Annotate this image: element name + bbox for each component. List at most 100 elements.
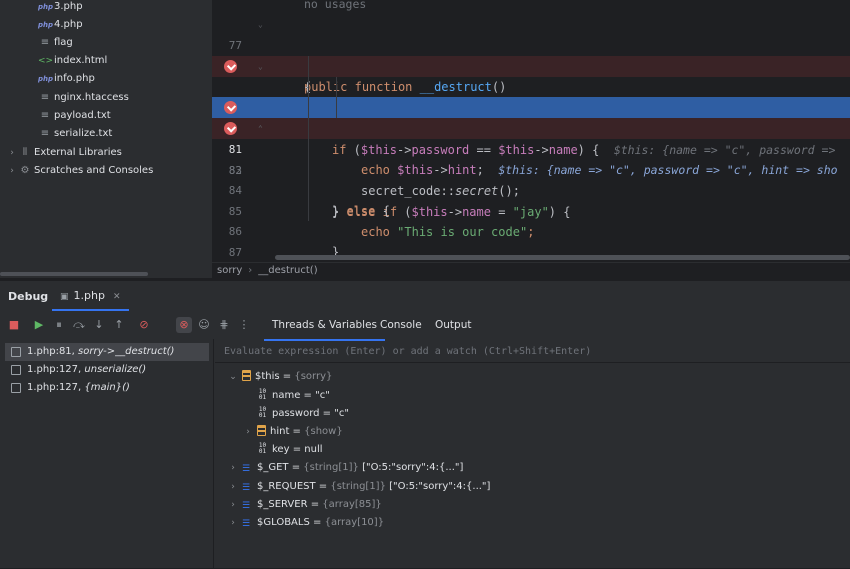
step-out-icon[interactable]: ↑	[111, 317, 127, 333]
debug-tool-window: Debug ▣ 1.php ✕ ■ ▶ ⏸ ⤼ ↓ ↑ ⊘ ⊗ ☺ ⋕ ⋮ Thre…	[0, 280, 850, 569]
fold-icon[interactable]: ⌃	[258, 118, 263, 139]
var-value: null	[304, 444, 323, 455]
smiley-icon[interactable]: ☺	[196, 317, 212, 333]
chevron-right-icon[interactable]: ›	[6, 162, 18, 180]
var-eq: =	[315, 481, 331, 492]
var-eq: =	[300, 390, 316, 401]
evaluate-expression-input[interactable]: Evaluate expression (Enter) or add a wat…	[215, 341, 850, 363]
mute-breakpoints-icon[interactable]: ⊗	[176, 317, 192, 333]
debug-tab-label: 1.php	[73, 289, 105, 302]
usages-hint[interactable]: no usages	[304, 0, 366, 13]
frames-list: 1.php:81, sorry->__destruct() 1.php:127,…	[0, 339, 214, 569]
var-name[interactable]: 10 01 name = "c"	[257, 387, 330, 405]
var-name-label: $_GET	[257, 462, 289, 473]
fold-icon[interactable]: ⌄	[258, 14, 263, 35]
primitive-icon: 10 01	[258, 442, 267, 455]
var-globals[interactable]: › ☰ $GLOBALS = {array[10]}	[231, 514, 384, 532]
step-over-icon[interactable]: ⤼	[71, 317, 87, 333]
var-name: $this	[255, 371, 280, 382]
tree-file-serialize-txt[interactable]: ≡ serialize.txt	[38, 125, 112, 143]
tree-scratches[interactable]: › ⚙ Scratches and Consoles	[6, 162, 153, 180]
debug-header: Debug ▣ 1.php ✕	[0, 281, 850, 311]
library-icon: ⫴	[22, 147, 28, 158]
var-value: ["O:5:"sorry":4:{..."]	[385, 481, 491, 492]
var-get[interactable]: › ☰ $_GET = {string[1]} ["O:5:"sorry":4:{.…	[231, 459, 464, 477]
tree-file-flag[interactable]: ≡ flag	[38, 34, 73, 52]
breadcrumb: sorry › __destruct()	[212, 262, 850, 278]
frame-function: unserialize()	[84, 364, 147, 375]
code-line-78[interactable]: 78 {	[212, 35, 850, 94]
var-request[interactable]: › ☰ $_REQUEST = {string[1]} ["O:5:"sorry":…	[231, 478, 491, 496]
var-value: "c"	[315, 390, 330, 401]
frame-item[interactable]: 1.php:127, {main}()	[5, 379, 209, 397]
tree-item-label: Scratches and Consoles	[34, 165, 154, 176]
var-eq: =	[289, 444, 305, 455]
stop-icon[interactable]: ■	[6, 317, 22, 333]
indent-guide	[336, 77, 337, 118]
project-tree: php3.php php4.php ≡ flag <>index.html php…	[0, 0, 212, 278]
code-editor[interactable]: no usages 77 ⌄ public function __destruc…	[212, 0, 850, 262]
resume-icon[interactable]: ▶	[31, 317, 47, 333]
tab-threads-variables[interactable]: Threads & Variables	[263, 319, 386, 341]
close-icon[interactable]: ✕	[113, 292, 121, 302]
tree-item-label: External Libraries	[34, 147, 122, 158]
frame-icon	[11, 365, 21, 375]
var-hint[interactable]: › hint = {show}	[246, 423, 343, 441]
tree-external-libraries[interactable]: › ⫴ External Libraries	[6, 144, 122, 162]
tree-file-3-php[interactable]: php3.php	[38, 0, 83, 16]
var-this[interactable]: ⌄ $this = {sorry}	[229, 368, 332, 386]
step-into-icon[interactable]: ↓	[91, 317, 107, 333]
pause-icon[interactable]: ⏸	[51, 317, 67, 333]
var-password[interactable]: 10 01 password = "c"	[257, 405, 349, 423]
breadcrumb-class[interactable]: sorry	[217, 265, 242, 276]
chevron-right-icon[interactable]: ›	[228, 478, 238, 496]
var-type: {array[85]}	[322, 499, 382, 510]
chevron-right-icon[interactable]: ›	[243, 423, 253, 441]
view-breakpoints-icon[interactable]: ⊘	[136, 317, 152, 333]
chevron-down-icon[interactable]: ⌄	[228, 368, 238, 386]
scratches-icon: ⚙	[20, 165, 30, 176]
frame-item[interactable]: 1.php:81, sorry->__destruct()	[5, 343, 209, 361]
chevron-right-icon[interactable]: ›	[228, 496, 238, 514]
breadcrumb-method[interactable]: __destruct()	[258, 265, 317, 276]
tree-horizontal-scrollbar[interactable]	[0, 272, 148, 276]
code-line-87[interactable]: 87 }	[212, 221, 850, 259]
array-icon: ☰	[242, 483, 251, 493]
editor-horizontal-scrollbar[interactable]	[275, 255, 850, 260]
tree-file-nginx-htaccess[interactable]: ≡ nginx.htaccess	[38, 89, 129, 107]
php-file-icon: php	[38, 21, 54, 29]
tab-console[interactable]: Console	[380, 319, 422, 331]
var-name-label: $_SERVER	[257, 499, 308, 510]
tree-file-info-php[interactable]: phpinfo.php	[38, 70, 95, 88]
object-icon	[257, 425, 266, 436]
var-key[interactable]: 10 01 key = null	[257, 441, 323, 459]
tree-file-4-php[interactable]: php4.php	[38, 16, 83, 34]
breakpoint-icon[interactable]	[224, 101, 237, 114]
settings-list-icon[interactable]: ⋕	[216, 317, 232, 333]
frame-item[interactable]: 1.php:127, unserialize()	[5, 361, 209, 379]
var-eq: =	[288, 462, 304, 473]
tree-item-label: flag	[54, 37, 73, 48]
text-file-icon: ≡	[40, 37, 50, 48]
variables-panel: Evaluate expression (Enter) or add a wat…	[215, 339, 850, 569]
var-server[interactable]: › ☰ $_SERVER = {array[85]}	[231, 496, 382, 514]
debug-session-tab[interactable]: ▣ 1.php ✕	[52, 281, 129, 311]
breakpoint-icon[interactable]	[224, 60, 237, 73]
indent-guide	[308, 56, 309, 221]
code-line-77[interactable]: 77 ⌄ public function __destruct()	[212, 14, 850, 94]
fold-icon[interactable]: ⌄	[258, 56, 263, 77]
breakpoint-icon[interactable]	[224, 122, 237, 135]
tree-file-payload-txt[interactable]: ≡ payload.txt	[38, 107, 111, 125]
tree-file-index-html[interactable]: <>index.html	[38, 52, 107, 70]
frame-function: {main}()	[84, 382, 130, 393]
debug-title: Debug	[8, 290, 49, 303]
more-options-icon[interactable]: ⋮	[236, 317, 252, 333]
var-value: ["O:5:"sorry":4:{..."]	[358, 462, 464, 473]
tab-output[interactable]: Output	[435, 319, 471, 331]
code-vision-hint[interactable]: no usages	[212, 0, 850, 13]
var-name-label: name	[272, 390, 301, 401]
chevron-right-icon[interactable]: ›	[228, 514, 238, 532]
chevron-right-icon[interactable]: ›	[228, 459, 238, 477]
chevron-right-icon[interactable]: ›	[6, 144, 18, 162]
tree-item-label: 3.php	[54, 1, 83, 12]
